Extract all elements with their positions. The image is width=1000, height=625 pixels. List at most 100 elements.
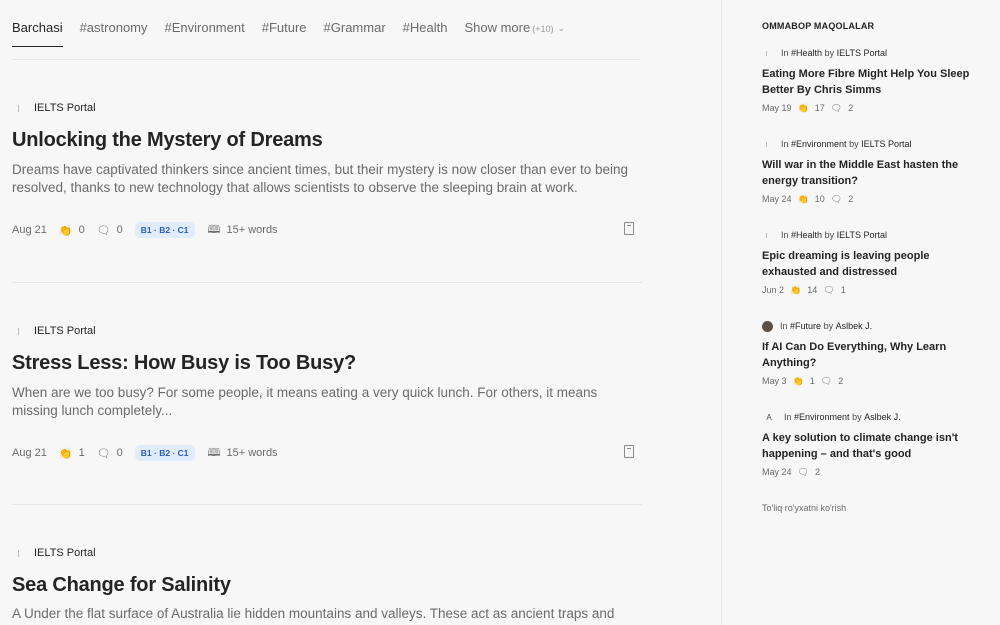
comment-count: 0 [116,447,123,459]
article-title[interactable]: Stress Less: How Busy is Too Busy? [12,352,356,375]
tab-grammar[interactable]: #Grammar [324,0,386,47]
author-avatar [18,327,22,335]
article-comments[interactable]: 🗨 0 [97,447,123,460]
popular-item-source: In #Future by Aslbek J. [762,320,982,332]
popular-item-tag[interactable]: #Environment [794,412,850,422]
popular-item-tag[interactable]: #Health [791,48,822,58]
popular-item-author[interactable]: Aslbek J. [864,412,901,422]
clap-icon: 👏 [790,284,802,295]
comment-icon: 🗨 [823,284,835,295]
article-excerpt[interactable]: A Under the flat surface of Australia li… [12,605,640,623]
article-author-row: IELTS Portal [12,324,642,338]
article-divider [12,282,642,283]
by-label: by [823,321,834,331]
by-label: by [824,230,835,240]
chevron-down-icon: ⌄ [557,23,566,33]
by-label: by [849,139,859,149]
comment-icon: 🗨 [830,193,843,204]
popular-item-meta: May 24 👏 10 🗨 2 [762,193,982,205]
popular-item-source: In #Health by IELTS Portal [762,229,982,241]
tab-environment[interactable]: #Environment [165,0,245,47]
in-label: In [781,48,789,58]
article-meta: Aug 21 👏 0 🗨 0 B1 · B2 · C1 🕮 15+ words [12,222,640,238]
article-claps[interactable]: 👏 0 [59,224,85,237]
tab-health[interactable]: #Health [403,0,448,47]
clap-icon: 👏 [797,102,809,113]
popular-item-title[interactable]: Will war in the Middle East hasten the e… [762,157,982,189]
popular-item[interactable]: In #Health by IELTS Portal Epic dreaming… [762,229,982,296]
popular-item-title[interactable]: If AI Can Do Everything, Why Learn Anyth… [762,339,982,371]
popular-item-author[interactable]: IELTS Portal [837,230,887,240]
tab-barchasi[interactable]: Barchasi [12,0,63,47]
popular-item-source: In #Health by IELTS Portal [762,47,982,59]
author-avatar [762,320,773,332]
comment-count: 2 [814,467,820,477]
clap-icon: 👏 [797,193,809,204]
article-author-row: IELTS Portal [12,546,642,560]
comment-count: 2 [838,376,844,386]
popular-item-meta: May 3 👏 1 🗨 2 [762,375,982,387]
sidebar-title: OMMABOP MAQOLALAR [762,21,875,31]
popular-item-title[interactable]: Epic dreaming is leaving people exhauste… [762,248,982,280]
in-label: In [780,321,788,331]
show-more-button[interactable]: Show more (+10) ⌄ [464,0,565,47]
popular-item-tag[interactable]: #Environment [791,139,847,149]
article-words: 🕮 15+ words [208,444,278,463]
popular-item-title[interactable]: A key solution to climate change isn't h… [762,430,982,462]
see-all-link[interactable]: To'liq ro'yxatni ko'rish [762,503,846,513]
comment-count: 2 [848,103,854,113]
popular-item-meta: May 19 👏 17 🗨 2 [762,102,982,114]
book-icon: 🕮 [207,446,221,459]
article-excerpt[interactable]: When are we too busy? For some people, i… [12,384,640,420]
popular-item-author[interactable]: IELTS Portal [837,48,887,58]
in-label: In [784,412,792,422]
popular-item-meta: May 24 🗨 2 [762,466,982,478]
by-label: by [852,412,862,422]
article-author[interactable]: IELTS Portal [34,102,96,114]
tab-future[interactable]: #Future [262,0,307,47]
bookmark-icon[interactable] [624,445,634,458]
clap-icon: 👏 [58,447,73,460]
popular-item-tag[interactable]: #Health [791,230,822,240]
level-badge: B1 · B2 · C1 [134,222,195,238]
popular-item-source: A In #Environment by Aslbek J. [762,411,982,423]
word-count: 15+ words [226,224,278,236]
by-label: by [824,48,835,58]
author-avatar [766,50,769,56]
popular-item[interactable]: In #Future by Aslbek J. If AI Can Do Eve… [762,320,982,387]
article-excerpt[interactable]: Dreams have captivated thinkers since an… [12,161,640,197]
article-comments[interactable]: 🗨 0 [97,224,123,237]
popular-item-author[interactable]: IELTS Portal [861,139,911,149]
popular-item[interactable]: In #Health by IELTS Portal Eating More F… [762,47,982,114]
popular-item-title[interactable]: Eating More Fibre Might Help You Sleep B… [762,66,982,98]
bookmark-icon[interactable] [624,222,634,235]
clap-icon: 👏 [58,224,73,237]
article-divider [12,504,642,505]
comment-count: 2 [848,194,854,204]
article-claps[interactable]: 👏 1 [59,447,85,460]
word-count: 15+ words [226,447,278,459]
article-card[interactable]: IELTS Portal Stress Less: How Busy is To… [12,324,642,505]
article-meta: Aug 21 👏 1 🗨 0 B1 · B2 · C1 🕮 15+ words [12,445,640,461]
popular-item-tag[interactable]: #Future [790,321,821,331]
article-author[interactable]: IELTS Portal [34,325,96,337]
article-date: Aug 21 [12,447,47,459]
in-label: In [781,230,789,240]
popular-item-date: Jun 2 [762,285,785,295]
popular-item[interactable]: In #Environment by IELTS Portal Will war… [762,138,982,205]
comment-count: 0 [116,224,123,236]
article-title[interactable]: Sea Change for Salinity [12,574,231,597]
article-title[interactable]: Unlocking the Mystery of Dreams [12,129,323,152]
popular-item[interactable]: A In #Environment by Aslbek J. A key sol… [762,411,982,478]
clap-count: 0 [78,224,85,236]
tab-astronomy[interactable]: #astronomy [80,0,148,47]
clap-count: 1 [78,447,85,459]
show-more-count: (+10) [532,24,554,34]
main-feed: Barchasi #astronomy #Environment #Future… [0,0,722,625]
book-icon: 🕮 [207,223,221,236]
article-author[interactable]: IELTS Portal [34,547,96,559]
popular-item-author[interactable]: Aslbek J. [836,321,873,331]
article-card[interactable]: IELTS Portal Unlocking the Mystery of Dr… [12,101,642,283]
article-card[interactable]: IELTS Portal Sea Change for Salinity A U… [12,546,642,621]
popular-item-source: In #Environment by IELTS Portal [762,138,982,150]
